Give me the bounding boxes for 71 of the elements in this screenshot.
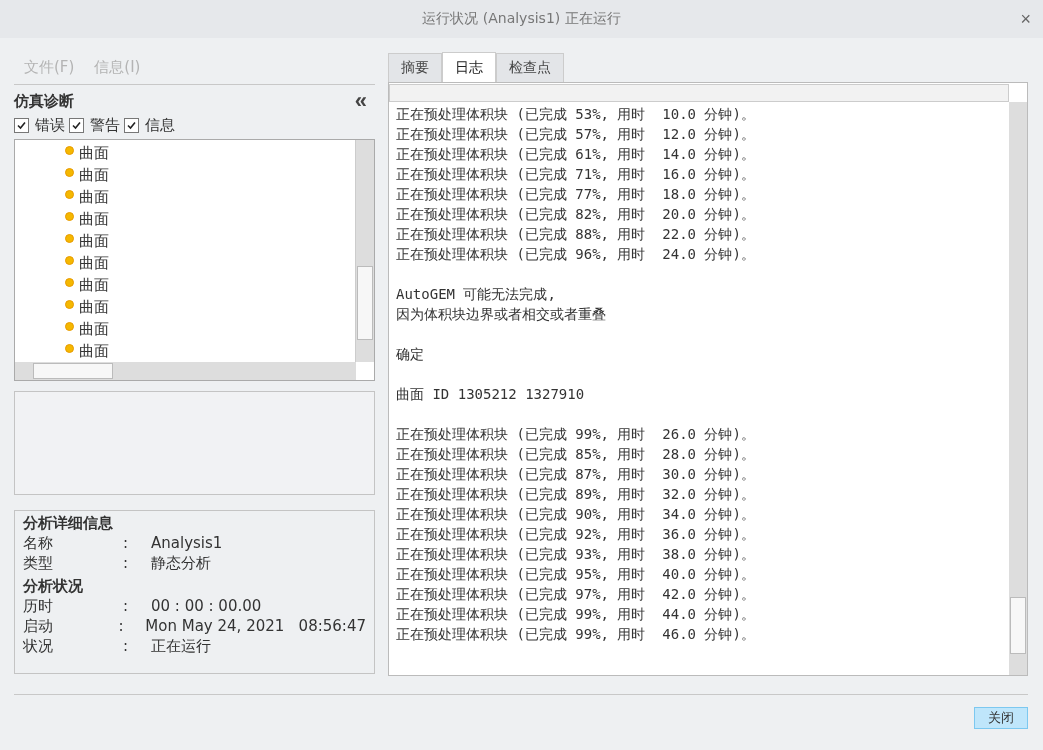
list-item[interactable]: 曲面: [79, 275, 109, 295]
field-label: 历时: [23, 596, 54, 616]
list-item[interactable]: 曲面: [79, 341, 109, 361]
tab[interactable]: 检查点: [496, 53, 564, 82]
section-title: 仿真诊断: [14, 91, 74, 111]
log-line: 正在预处理体积块 (已完成 89%, 用时 32.0 分钟)。: [396, 485, 756, 504]
checkbox-label: 信息: [145, 115, 175, 135]
field-value: 00 : 00 : 00.00: [151, 597, 262, 615]
checkbox-label: 错误: [35, 115, 65, 135]
section-title: 分析状况: [23, 577, 84, 596]
list-item[interactable]: 曲面: [79, 253, 109, 273]
check-icon: [71, 119, 82, 131]
log-line: 正在预处理体积块 (已完成 99%, 用时 44.0 分钟)。: [396, 605, 756, 624]
field-label: 类型: [23, 553, 54, 573]
horizontal-scrollbar[interactable]: [389, 84, 1009, 102]
log-line: 正在预处理体积块 (已完成 99%, 用时 26.0 分钟)。: [396, 425, 756, 444]
field-value: 静态分析: [151, 553, 211, 573]
separator: :: [123, 554, 130, 572]
field-value: Analysis1: [151, 534, 223, 552]
tab[interactable]: 摘要: [388, 53, 442, 82]
separator: :: [118, 617, 125, 635]
separator: :: [123, 637, 130, 655]
close-button[interactable]: 关闭: [974, 707, 1028, 729]
log-line: 正在预处理体积块 (已完成 82%, 用时 20.0 分钟)。: [396, 205, 756, 224]
log-line: 正在预处理体积块 (已完成 93%, 用时 38.0 分钟)。: [396, 545, 756, 564]
list-item[interactable]: 曲面: [79, 231, 109, 251]
field-label: 名称: [23, 533, 54, 553]
separator: :: [123, 534, 130, 552]
log-line: 正在预处理体积块 (已完成 61%, 用时 14.0 分钟)。: [396, 145, 756, 164]
check-icon: [126, 119, 137, 131]
log-line: 正在预处理体积块 (已完成 88%, 用时 22.0 分钟)。: [396, 225, 756, 244]
log-line: 正在预处理体积块 (已完成 77%, 用时 18.0 分钟)。: [396, 185, 756, 204]
log-line: 因为体积块边界或者相交或者重叠: [396, 305, 607, 324]
log-line: 正在预处理体积块 (已完成 96%, 用时 24.0 分钟)。: [396, 245, 756, 264]
log-line: 正在预处理体积块 (已完成 53%, 用时 10.0 分钟)。: [396, 105, 756, 124]
list-item[interactable]: 曲面: [79, 319, 109, 339]
list-item[interactable]: 曲面: [79, 187, 109, 207]
checkbox[interactable]: [14, 117, 29, 133]
log-line: 正在预处理体积块 (已完成 97%, 用时 42.0 分钟)。: [396, 585, 756, 604]
log-line: AutoGEM 可能无法完成,: [396, 285, 557, 304]
log-line: 正在预处理体积块 (已完成 87%, 用时 30.0 分钟)。: [396, 465, 756, 484]
check-icon: [16, 119, 27, 131]
list-item[interactable]: 曲面: [79, 165, 109, 185]
log-line: 正在预处理体积块 (已完成 57%, 用时 12.0 分钟)。: [396, 125, 756, 144]
field-value: Mon May 24, 2021 08:56:47: [145, 617, 366, 635]
log-line: 正在预处理体积块 (已完成 95%, 用时 40.0 分钟)。: [396, 565, 756, 584]
log-line: 正在预处理体积块 (已完成 71%, 用时 16.0 分钟)。: [396, 165, 756, 184]
checkbox[interactable]: [69, 117, 84, 133]
separator: :: [123, 597, 130, 615]
vertical-scrollbar[interactable]: [355, 140, 374, 362]
collapse-button[interactable]: «: [354, 90, 375, 112]
close-button[interactable]: ×: [1020, 9, 1031, 30]
log-line: 正在预处理体积块 (已完成 90%, 用时 34.0 分钟)。: [396, 505, 756, 524]
field-value: 正在运行: [151, 636, 211, 656]
log-line: 确定: [396, 345, 425, 364]
checkbox[interactable]: [124, 117, 139, 133]
checkbox-label: 警告: [90, 115, 120, 135]
field-label: 启动: [23, 616, 54, 636]
log-line: 正在预处理体积块 (已完成 92%, 用时 36.0 分钟)。: [396, 525, 756, 544]
section-title: 分析详细信息: [23, 514, 114, 533]
window-title: 运行状况 (Analysis1) 正在运行: [422, 10, 621, 28]
log-line: 正在预处理体积块 (已完成 85%, 用时 28.0 分钟)。: [396, 445, 756, 464]
log-line: 曲面 ID 1305212 1327910: [396, 385, 586, 404]
tab[interactable]: 日志: [442, 52, 496, 82]
field-label: 状况: [23, 636, 54, 656]
list-item[interactable]: 曲面: [79, 143, 109, 163]
vertical-scrollbar[interactable]: [1009, 102, 1027, 675]
horizontal-scrollbar[interactable]: [15, 362, 356, 380]
list-item[interactable]: 曲面: [79, 297, 109, 317]
log-line: 正在预处理体积块 (已完成 99%, 用时 46.0 分钟)。: [396, 625, 756, 644]
list-item[interactable]: 曲面: [79, 209, 109, 229]
